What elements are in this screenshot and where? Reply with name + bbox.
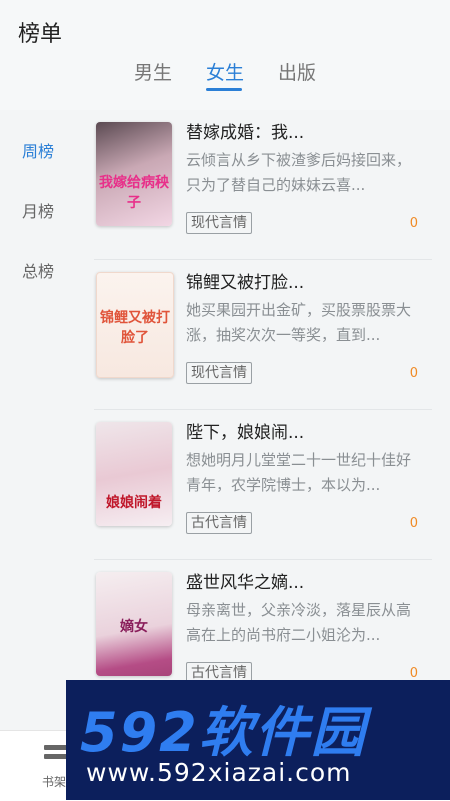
sidebar-item-weekly[interactable]: 周榜 [22,138,54,162]
genre-tag: 现代言情 [186,212,252,234]
sidebar-item-total[interactable]: 总榜 [22,258,54,282]
book-item[interactable]: 我嫁给病秧子 替嫁成婚：我... 云倾言从乡下被渣爹后妈接回来，只为了替自己的妹… [86,110,432,260]
book-cover: 嫡女 [96,572,172,676]
book-title: 替嫁成婚：我... [186,123,305,143]
book-description: 云倾言从乡下被渣爹后妈接回来，只为了替自己的妹妹云喜... [186,151,412,194]
book-title: 盛世风华之嫡... [186,573,305,593]
book-description: 她买果园开出金矿，买股票股票大涨，抽奖次次一等奖，直到... [186,301,412,344]
sidebar-item-monthly[interactable]: 月榜 [22,198,54,222]
watermark-logo: 592软件园 [80,701,367,764]
cover-title-text: 锦鲤又被打脸了 [100,310,170,346]
book-cover: 娘娘闹着 [96,422,172,526]
tab-male[interactable]: 男生 [134,58,172,85]
nav-bookshelf-label: 书架 [42,775,67,789]
book-title: 陛下，娘娘闹... [186,423,305,443]
ranking-sidebar: 周榜 月榜 总榜 [0,110,70,730]
cover-title-text: 娘娘闹着 [106,495,162,511]
gender-tabs: 男生 女生 出版 [0,58,450,94]
cover-title-text: 我嫁给病秧子 [99,175,169,211]
book-title: 锦鲤又被打脸... [186,273,305,293]
book-item[interactable]: 娘娘闹着 陛下，娘娘闹... 想她明月儿堂堂二十一世纪十佳好青年，农学院博士，本… [86,410,432,560]
book-cover: 我嫁给病秧子 [96,122,172,226]
reader-count: 0 [409,366,418,381]
reader-count: 0 [409,516,418,531]
cover-title-text: 嫡女 [120,619,148,635]
page-header: 榜单 男生 女生 出版 [0,0,450,110]
book-cover: 锦鲤又被打脸了 [96,272,174,378]
tab-publish[interactable]: 出版 [278,58,316,85]
watermark-banner: 592软件园 www.592xiazai.com [66,680,450,800]
reader-count: 0 [409,216,418,231]
tab-female[interactable]: 女生 [206,58,244,85]
reader-count: 0 [409,666,418,681]
book-description: 想她明月儿堂堂二十一世纪十佳好青年，农学院博士，本以为... [186,451,412,494]
book-item[interactable]: 锦鲤又被打脸了 锦鲤又被打脸... 她买果园开出金矿，买股票股票大涨，抽奖次次一… [86,260,432,410]
genre-tag: 现代言情 [186,362,252,384]
page-title: 榜单 [18,22,63,47]
book-description: 母亲离世，父亲冷淡，落星辰从高高在上的尚书府二小姐沦为... [186,601,412,644]
genre-tag: 古代言情 [186,512,252,534]
active-tab-indicator [206,88,242,91]
watermark-url: www.592xiazai.com [86,758,352,787]
